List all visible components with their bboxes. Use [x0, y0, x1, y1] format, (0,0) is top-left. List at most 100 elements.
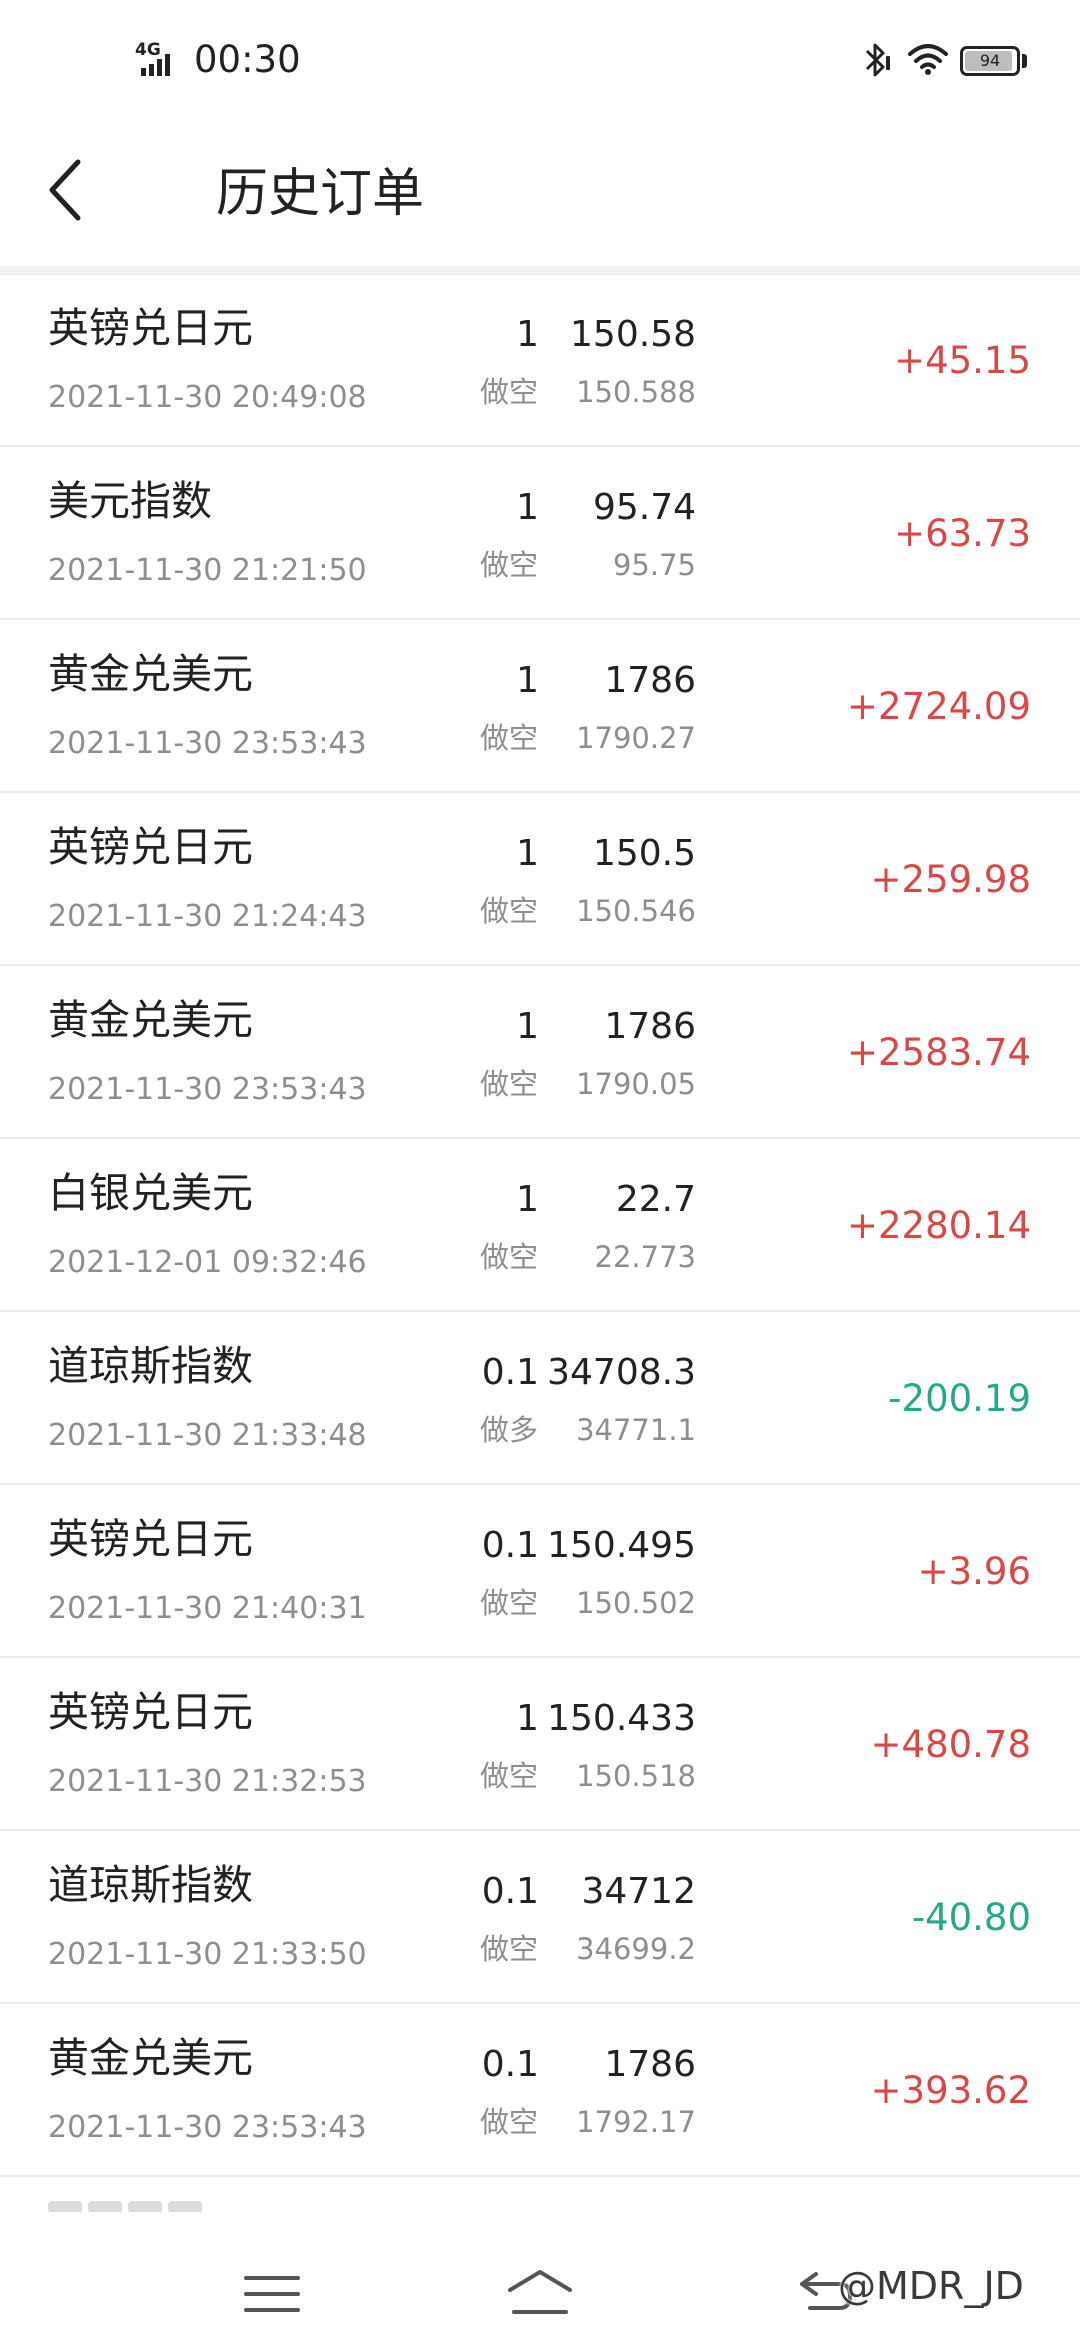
order-direction: 做空 [480, 548, 539, 582]
order-pnl: -200.19 [888, 1377, 1031, 1420]
order-lots: 1 [516, 1006, 539, 1047]
order-open-price: 1786 [604, 2044, 696, 2085]
watermark: @MDR_JD [838, 2264, 1024, 2308]
order-row[interactable]: 美元指数 2021-11-30 21:21:50 1 做空 95.74 95.7… [0, 447, 1080, 620]
order-open-price: 150.433 [547, 1698, 696, 1739]
order-close-price: 22.773 [594, 1240, 696, 1274]
battery-icon: 94 [960, 46, 1020, 76]
order-close-price: 150.518 [576, 1759, 696, 1793]
order-direction: 做空 [480, 1932, 539, 1966]
order-time: 2021-11-30 21:40:31 [48, 1591, 367, 1626]
order-pnl: +259.98 [870, 858, 1031, 901]
order-close-price: 150.588 [576, 375, 696, 409]
battery-level: 94 [979, 51, 1001, 70]
order-close-price: 95.75 [612, 548, 696, 582]
order-time: 2021-11-30 23:53:43 [48, 2110, 367, 2145]
order-pnl: +2583.74 [846, 1031, 1031, 1074]
partial-list-item [48, 2198, 248, 2212]
order-row[interactable]: 道琼斯指数 2021-11-30 21:33:48 0.1 做多 34708.3… [0, 1312, 1080, 1485]
order-lots: 1 [516, 1698, 539, 1739]
order-close-price: 1792.17 [576, 2105, 696, 2139]
order-row[interactable]: 黄金兑美元 2021-11-30 23:53:43 1 做空 1786 1790… [0, 620, 1080, 793]
order-row[interactable]: 英镑兑日元 2021-11-30 20:49:08 1 做空 150.58 15… [0, 274, 1080, 447]
order-pnl: +2280.14 [846, 1204, 1031, 1247]
order-direction: 做空 [480, 894, 539, 928]
order-close-price: 1790.27 [576, 721, 696, 755]
signal-icon: 4G [135, 42, 185, 76]
page-title: 历史订单 [216, 164, 425, 224]
order-time: 2021-11-30 21:21:50 [48, 553, 367, 588]
order-lots: 1 [516, 487, 539, 528]
order-direction: 做空 [480, 1067, 539, 1101]
order-pnl: -40.80 [911, 1896, 1031, 1939]
battery-tip [1022, 54, 1027, 68]
order-lots: 1 [516, 1179, 539, 1220]
order-row[interactable]: 英镑兑日元 2021-11-30 21:40:31 0.1 做空 150.495… [0, 1485, 1080, 1658]
order-pnl: +3.96 [917, 1550, 1031, 1593]
chevron-left-icon[interactable] [40, 150, 100, 230]
status-time: 00:30 [194, 38, 301, 81]
order-symbol: 黄金兑美元 [48, 650, 253, 698]
order-close-price: 150.546 [576, 894, 696, 928]
order-row[interactable]: 白银兑美元 2021-12-01 09:32:46 1 做空 22.7 22.7… [0, 1139, 1080, 1312]
order-close-price: 150.502 [576, 1586, 696, 1620]
order-open-price: 150.495 [547, 1525, 696, 1566]
order-row[interactable]: 英镑兑日元 2021-11-30 21:24:43 1 做空 150.5 150… [0, 793, 1080, 966]
order-direction: 做空 [480, 1240, 539, 1274]
order-lots: 0.1 [481, 1525, 539, 1566]
order-close-price: 34771.1 [576, 1413, 696, 1447]
order-time: 2021-11-30 21:33:48 [48, 1418, 367, 1453]
order-pnl: +393.62 [870, 2069, 1031, 2112]
order-open-price: 22.7 [615, 1179, 696, 1220]
order-symbol: 黄金兑美元 [48, 2034, 253, 2082]
order-open-price: 1786 [604, 660, 696, 701]
order-close-price: 34699.2 [576, 1932, 696, 1966]
order-open-price: 95.74 [592, 487, 696, 528]
order-symbol: 英镑兑日元 [48, 823, 253, 871]
menu-icon[interactable] [242, 2272, 302, 2316]
order-direction: 做空 [480, 1759, 539, 1793]
order-pnl: +2724.09 [846, 685, 1031, 728]
order-open-price: 150.58 [570, 314, 696, 355]
order-time: 2021-11-30 21:24:43 [48, 899, 367, 934]
order-time: 2021-11-30 21:32:53 [48, 1764, 367, 1799]
order-pnl: +63.73 [894, 512, 1031, 555]
order-time: 2021-11-30 23:53:43 [48, 726, 367, 761]
order-symbol: 道琼斯指数 [48, 1861, 253, 1909]
order-symbol: 道琼斯指数 [48, 1342, 253, 1390]
order-open-price: 1786 [604, 1006, 696, 1047]
order-symbol: 英镑兑日元 [48, 1515, 253, 1563]
page-header: 历史订单 [0, 120, 1080, 270]
order-lots: 1 [516, 660, 539, 701]
order-symbol: 白银兑美元 [48, 1169, 253, 1217]
order-direction: 做空 [480, 375, 539, 409]
order-lots: 0.1 [481, 1352, 539, 1393]
order-time: 2021-11-30 20:49:08 [48, 380, 367, 415]
order-direction: 做空 [480, 1586, 539, 1620]
order-time: 2021-11-30 23:53:43 [48, 1072, 367, 1107]
order-direction: 做空 [480, 721, 539, 755]
order-pnl: +45.15 [894, 339, 1031, 382]
order-row[interactable]: 黄金兑美元 2021-11-30 23:53:43 0.1 做空 1786 17… [0, 2004, 1080, 2177]
order-row[interactable]: 英镑兑日元 2021-11-30 21:32:53 1 做空 150.433 1… [0, 1658, 1080, 1831]
status-bar: 4G 00:30 94 [0, 0, 1080, 120]
order-lots: 1 [516, 833, 539, 874]
order-symbol: 英镑兑日元 [48, 1688, 253, 1736]
order-symbol: 黄金兑美元 [48, 996, 253, 1044]
order-close-price: 1790.05 [576, 1067, 696, 1101]
order-row[interactable]: 道琼斯指数 2021-11-30 21:33:50 0.1 做空 34712 3… [0, 1831, 1080, 2004]
wifi-icon [908, 44, 948, 75]
order-symbol: 英镑兑日元 [48, 304, 253, 352]
home-icon[interactable] [504, 2268, 576, 2318]
order-open-price: 34708.3 [547, 1352, 696, 1393]
order-pnl: +480.78 [870, 1723, 1031, 1766]
order-lots: 1 [516, 314, 539, 355]
order-direction: 做空 [480, 2105, 539, 2139]
order-open-price: 150.5 [592, 833, 696, 874]
order-time: 2021-12-01 09:32:46 [48, 1245, 367, 1280]
order-lots: 0.1 [481, 2044, 539, 2085]
order-row[interactable]: 黄金兑美元 2021-11-30 23:53:43 1 做空 1786 1790… [0, 966, 1080, 1139]
order-symbol: 美元指数 [48, 477, 212, 525]
order-time: 2021-11-30 21:33:50 [48, 1937, 367, 1972]
order-list[interactable]: 英镑兑日元 2021-11-30 20:49:08 1 做空 150.58 15… [0, 274, 1080, 2177]
